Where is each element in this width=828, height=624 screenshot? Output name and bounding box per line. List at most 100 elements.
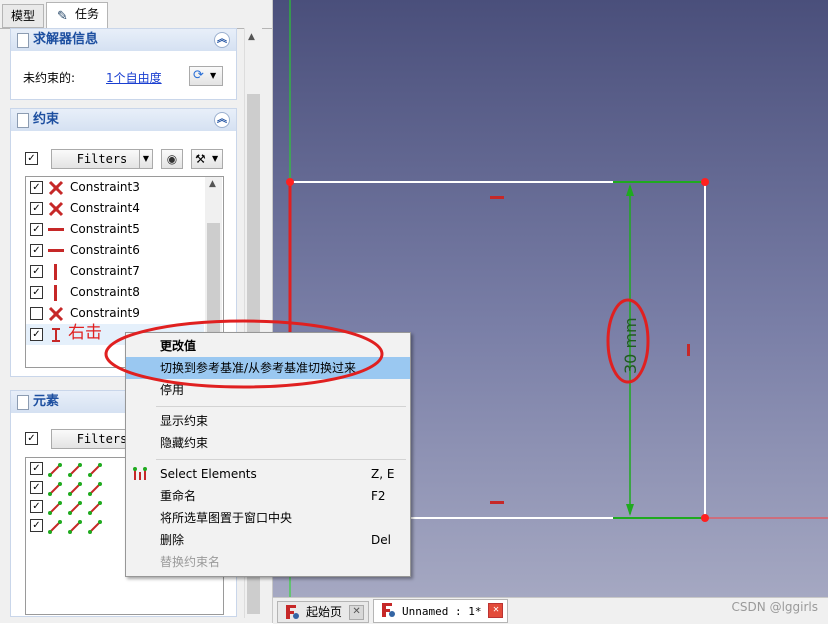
item-checkbox[interactable]: ✓ [30,202,43,215]
menu-item-shortcut: Del [371,533,391,547]
refresh-icon: ⟳ [193,68,204,83]
horizontal-constraint-marker [490,196,504,199]
tab-label: Unnamed : 1* [402,605,482,618]
item-checkbox[interactable]: ✓ [30,328,43,341]
menu-item-delete[interactable]: 删除 Del [126,529,410,551]
document-tabs: 起始页 ✕ Unnamed : 1* ✕ CSDN @lggirls [273,597,828,624]
tab-start-page[interactable]: 起始页 ✕ [277,601,370,623]
list-item[interactable]: ✓ Constraint6 [26,240,204,261]
select-all-checkbox[interactable]: ✓ [25,152,38,165]
context-menu: 更改值 切换到参考基准/从参考基准切换过来 停用 显示约束 隐藏约束 Selec… [125,332,411,577]
close-icon[interactable]: ✕ [488,603,504,618]
panel-page-icon [17,113,29,128]
scroll-up-icon[interactable]: ▲ [248,32,255,42]
chevron-down-icon: ▼ [210,71,217,80]
select-elements-icon [133,467,147,480]
menu-item-shortcut: F2 [371,489,386,503]
vertical-distance-icon [52,328,60,342]
list-item[interactable]: ✓ Constraint3 [26,177,204,198]
list-item[interactable]: ✓ [26,477,126,498]
vertex [701,514,709,522]
tools-icon: ⚒ [195,152,206,166]
vertical-constraint-marker [687,344,690,356]
line-element-icon [48,482,102,496]
item-checkbox[interactable]: ✓ [30,223,43,236]
menu-item-select-elements[interactable]: Select Elements Z, E [126,463,410,485]
menu-item-deactivate[interactable]: 停用 [126,379,410,401]
item-checkbox[interactable]: ✓ [30,481,43,494]
watermark: CSDN @lggirls [731,600,818,614]
chevron-down-icon: ▼ [212,154,219,163]
filters-dropdown[interactable]: Filters [51,149,153,169]
select-all-checkbox[interactable]: ✓ [25,432,38,445]
menu-item-show-constraints[interactable]: 显示约束 [126,410,410,432]
menu-item-label: 隐藏约束 [160,436,209,450]
chevron-down-icon[interactable]: ▼ [139,149,153,169]
item-checkbox[interactable] [30,307,43,320]
list-item[interactable]: ✓ [26,515,126,536]
filters-label: Filters [76,432,128,446]
settings-dropdown[interactable]: ⚒ ▼ [191,149,223,169]
list-item[interactable]: ✓ [26,458,126,479]
item-label: Constraint3 [70,180,140,194]
item-checkbox[interactable]: ✓ [30,500,43,513]
filters-label: Filters [76,152,128,166]
collapse-icon[interactable]: ︽ [214,32,230,48]
elements-panel-title: 元素 [33,394,60,409]
vertex [701,178,709,186]
dof-link[interactable]: 1个自由度 [106,69,162,86]
item-checkbox[interactable]: ✓ [30,462,43,475]
menu-item-label: 重命名 [160,489,197,503]
coincident-icon [48,180,64,196]
scroll-up-icon[interactable]: ▲ [209,179,216,189]
menu-item-shortcut: Z, E [371,467,395,481]
annotation-right-click: 右击 [68,323,102,343]
menu-item-label: 删除 [160,533,185,547]
menu-item-label: 替换约束名 [160,555,221,569]
item-checkbox[interactable]: ✓ [30,265,43,278]
item-checkbox[interactable]: ✓ [30,181,43,194]
list-item[interactable]: ✓ Constraint7 [26,261,204,282]
menu-item-label: 更改值 [160,339,197,353]
tab-model[interactable]: 模型 [2,4,45,28]
list-item[interactable]: ✓ Constraint4 [26,198,204,219]
tab-unnamed-document[interactable]: Unnamed : 1* ✕ [373,599,509,623]
menu-item-label: 切换到参考基准/从参考基准切换过来 [160,361,357,375]
tab-tasks-label: 任务 [75,7,100,21]
list-item[interactable]: ✓ Constraint8 [26,282,204,303]
dimension-arrow-top [626,184,634,196]
vertical-icon [54,264,57,280]
menu-item-label: 将所选草图置于窗口中央 [160,511,293,525]
horizontal-icon [48,228,64,231]
dimension-value: 30 mm [621,317,640,374]
pencil-icon: ✎ [57,9,68,24]
menu-item-label: 显示约束 [160,414,209,428]
panel-page-icon [17,33,29,48]
vertical-icon [54,285,57,301]
menu-item-label: Select Elements [160,467,257,481]
list-item[interactable]: ✓ Constraint5 [26,219,204,240]
solver-panel-header[interactable]: 求解器信息 ︽ [11,29,236,51]
item-label: Constraint7 [70,264,140,278]
collapse-icon[interactable]: ︽ [214,112,230,128]
menu-item-change-value[interactable]: 更改值 [126,335,410,357]
list-item[interactable]: Constraint9 [26,303,204,324]
item-checkbox[interactable]: ✓ [30,286,43,299]
item-checkbox[interactable]: ✓ [30,244,43,257]
menu-item-center-sketch[interactable]: 将所选草图置于窗口中央 [126,507,410,529]
update-dropdown[interactable]: ⟳ ▼ [189,66,223,86]
vertex [286,178,294,186]
menu-item-toggle-reference[interactable]: 切换到参考基准/从参考基准切换过来 [126,357,410,379]
line-element-icon [48,463,102,477]
menu-separator [156,459,406,460]
menu-item-rename[interactable]: 重命名 F2 [126,485,410,507]
list-item[interactable]: ✓ [26,496,126,517]
close-icon[interactable]: ✕ [349,605,365,620]
visibility-button[interactable]: ◉ [161,149,183,169]
item-checkbox[interactable]: ✓ [30,519,43,532]
solver-panel-title: 求解器信息 [33,32,99,47]
item-label: Constraint6 [70,243,140,257]
tab-tasks[interactable]: ✎ 任务 [46,2,109,29]
menu-item-hide-constraints[interactable]: 隐藏约束 [126,432,410,454]
constraints-panel-header[interactable]: 约束 ︽ [11,109,236,131]
